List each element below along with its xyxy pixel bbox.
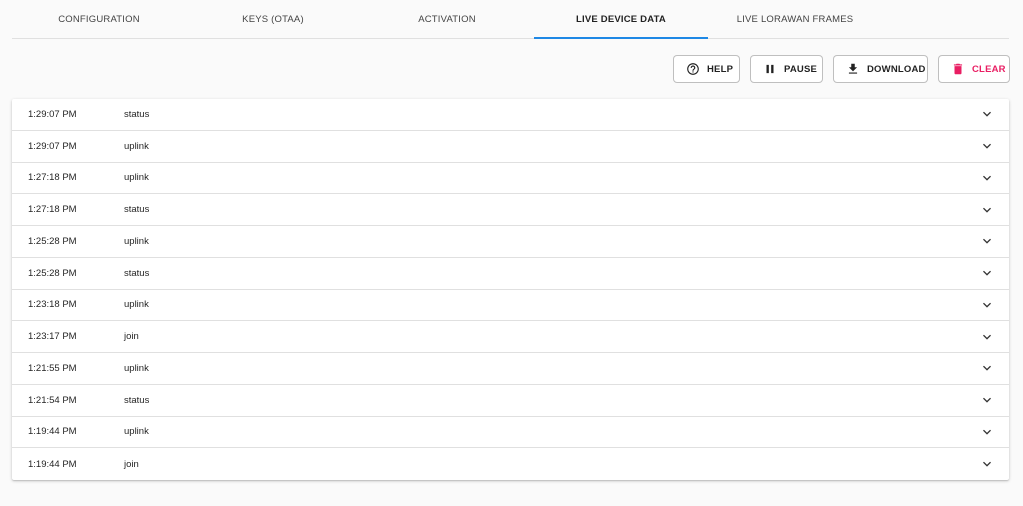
chevron-down-icon[interactable] xyxy=(979,202,995,218)
tab-live-lorawan-frames[interactable]: LIVE LORAWAN FRAMES xyxy=(708,0,882,38)
chevron-down-icon[interactable] xyxy=(979,297,995,313)
event-time: 1:25:28 PM xyxy=(28,235,77,247)
chevron-down-icon[interactable] xyxy=(979,138,995,154)
help-circle-icon xyxy=(686,62,700,76)
clear-button-label: CLEAR xyxy=(972,63,1006,75)
toolbar: HELP PAUSE DOWNLOAD CLEAR xyxy=(673,55,1010,83)
event-type: uplink xyxy=(124,172,149,184)
event-time: 1:19:44 PM xyxy=(28,458,77,470)
event-type: status xyxy=(124,394,150,406)
chevron-down-icon[interactable] xyxy=(979,329,995,345)
chevron-down-icon[interactable] xyxy=(979,233,995,249)
pause-button-label: PAUSE xyxy=(784,63,818,75)
help-button-label: HELP xyxy=(707,63,734,75)
event-type: uplink xyxy=(124,299,149,311)
tab-live-device-data[interactable]: LIVE DEVICE DATA xyxy=(534,0,708,39)
event-list: 1:29:07 PM status 1:29:07 PM uplink 1:27… xyxy=(12,99,1009,480)
event-row[interactable]: 1:23:18 PM uplink xyxy=(12,290,1009,322)
event-type: uplink xyxy=(124,140,149,152)
event-row[interactable]: 1:29:07 PM uplink xyxy=(12,131,1009,163)
event-row[interactable]: 1:25:28 PM status xyxy=(12,258,1009,290)
event-time: 1:19:44 PM xyxy=(28,426,77,438)
event-time: 1:29:07 PM xyxy=(28,108,77,120)
pause-icon xyxy=(763,62,777,76)
tab-bar: CONFIGURATION KEYS (OTAA) ACTIVATION LIV… xyxy=(12,0,1009,39)
event-time: 1:27:18 PM xyxy=(28,204,77,216)
event-time: 1:25:28 PM xyxy=(28,267,77,279)
event-type: uplink xyxy=(124,362,149,374)
event-time: 1:23:17 PM xyxy=(28,331,77,343)
event-type: uplink xyxy=(124,426,149,438)
chevron-down-icon[interactable] xyxy=(979,265,995,281)
event-time: 1:21:55 PM xyxy=(28,362,77,374)
event-row[interactable]: 1:23:17 PM join xyxy=(12,321,1009,353)
chevron-down-icon[interactable] xyxy=(979,456,995,472)
event-type: status xyxy=(124,204,150,216)
pause-button[interactable]: PAUSE xyxy=(750,55,823,83)
chevron-down-icon[interactable] xyxy=(979,360,995,376)
clear-button[interactable]: CLEAR xyxy=(938,55,1010,83)
chevron-down-icon[interactable] xyxy=(979,106,995,122)
download-button[interactable]: DOWNLOAD xyxy=(833,55,928,83)
event-time: 1:21:54 PM xyxy=(28,394,77,406)
event-time: 1:23:18 PM xyxy=(28,299,77,311)
tab-configuration[interactable]: CONFIGURATION xyxy=(12,0,186,38)
chevron-down-icon[interactable] xyxy=(979,170,995,186)
event-row[interactable]: 1:19:44 PM join xyxy=(12,448,1009,480)
event-row[interactable]: 1:27:18 PM status xyxy=(12,194,1009,226)
event-time: 1:27:18 PM xyxy=(28,172,77,184)
event-row[interactable]: 1:27:18 PM uplink xyxy=(12,163,1009,195)
download-icon xyxy=(846,62,860,76)
trash-icon xyxy=(951,62,965,76)
download-button-label: DOWNLOAD xyxy=(867,63,926,75)
help-button[interactable]: HELP xyxy=(673,55,740,83)
event-row[interactable]: 1:21:55 PM uplink xyxy=(12,353,1009,385)
event-type: status xyxy=(124,108,150,120)
chevron-down-icon[interactable] xyxy=(979,392,995,408)
tab-keys-otaa[interactable]: KEYS (OTAA) xyxy=(186,0,360,38)
event-type: join xyxy=(124,331,139,343)
event-type: join xyxy=(124,458,139,470)
event-row[interactable]: 1:21:54 PM status xyxy=(12,385,1009,417)
event-type: status xyxy=(124,267,150,279)
event-type: uplink xyxy=(124,235,149,247)
event-row[interactable]: 1:25:28 PM uplink xyxy=(12,226,1009,258)
tab-activation[interactable]: ACTIVATION xyxy=(360,0,534,38)
event-row[interactable]: 1:29:07 PM status xyxy=(12,99,1009,131)
chevron-down-icon[interactable] xyxy=(979,424,995,440)
event-time: 1:29:07 PM xyxy=(28,140,77,152)
event-row[interactable]: 1:19:44 PM uplink xyxy=(12,417,1009,449)
